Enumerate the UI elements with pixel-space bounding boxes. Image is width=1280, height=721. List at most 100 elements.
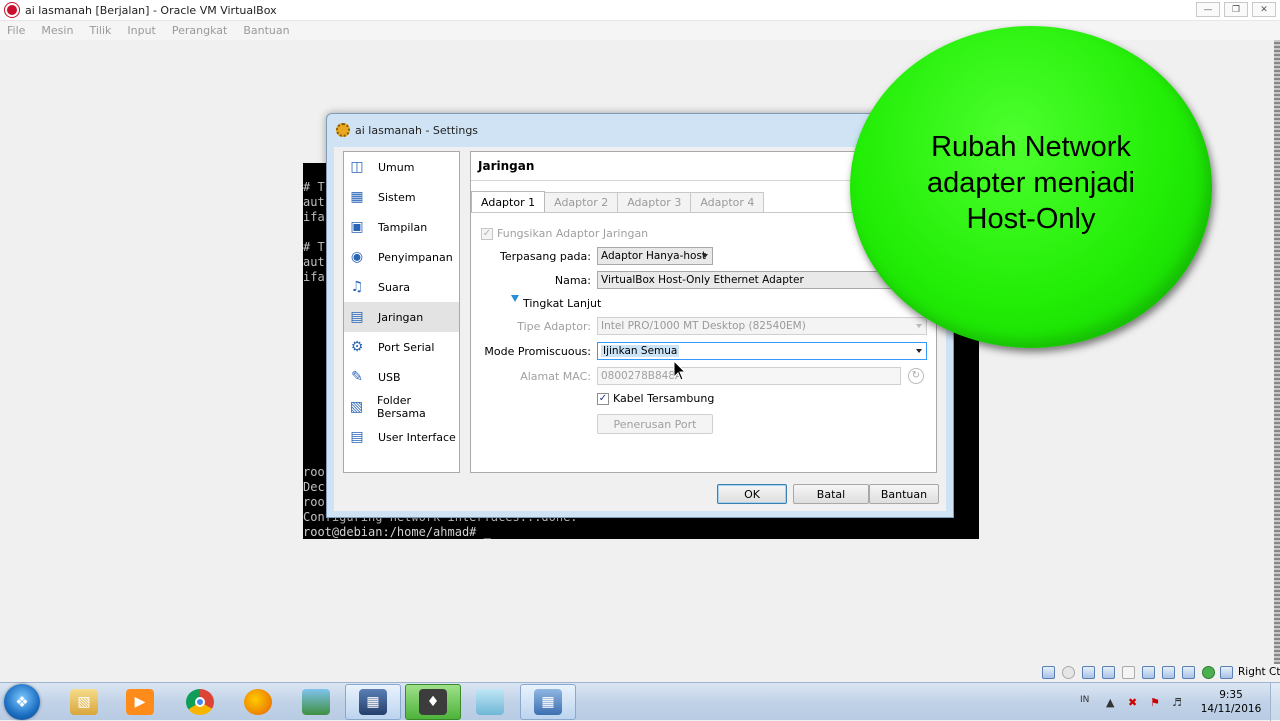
- mac-address-field[interactable]: 0800278B848A: [597, 367, 901, 385]
- category-penyimpanan[interactable]: ◉ Penyimpanan: [344, 242, 459, 272]
- annotation-text: Rubah Network adapter menjadi Host-Only: [927, 131, 1135, 235]
- expand-triangle-icon[interactable]: [511, 295, 519, 302]
- optical-drive-status-icon[interactable]: [1062, 666, 1075, 679]
- window-title: ai lasmanah [Berjalan] - Oracle VM Virtu…: [25, 3, 277, 17]
- show-desktop-button[interactable]: [1270, 683, 1280, 721]
- attached-to-select[interactable]: Adaptor Hanya-host: [597, 247, 713, 265]
- show-hidden-icons-icon[interactable]: ▲: [1106, 696, 1114, 709]
- close-button[interactable]: ✕: [1252, 2, 1276, 17]
- adapter-type-select[interactable]: Intel PRO/1000 MT Desktop (82540EM): [597, 317, 927, 335]
- tab-adaptor-1[interactable]: Adaptor 1: [471, 191, 546, 212]
- cancel-button[interactable]: Batal: [793, 484, 869, 504]
- category-jaringan[interactable]: ▤ Jaringan: [344, 302, 459, 332]
- category-label: Umum: [378, 160, 415, 174]
- terminal-line: Dec: [303, 480, 325, 494]
- general-icon: ◫: [350, 159, 364, 175]
- category-umum[interactable]: ◫ Umum: [344, 152, 459, 182]
- attached-to-value: Adaptor Hanya-host: [601, 250, 707, 262]
- window-controls: — ❐ ✕: [1196, 2, 1276, 17]
- cable-connected-checkbox[interactable]: ✓: [597, 393, 609, 405]
- volume-icon[interactable]: ♬: [1172, 696, 1182, 709]
- tab-adaptor-2[interactable]: Adaptor 2: [544, 192, 619, 212]
- menu-perangkat[interactable]: Perangkat: [172, 24, 227, 37]
- taskbar-explorer[interactable]: ▧: [56, 684, 112, 720]
- restore-button[interactable]: ❐: [1224, 2, 1248, 17]
- vm-statusbar: Right Ctrl: [0, 664, 1280, 682]
- taskbar-firefox[interactable]: [230, 684, 286, 720]
- category-sistem[interactable]: ▦ Sistem: [344, 182, 459, 212]
- language-indicator[interactable]: IN: [1080, 695, 1089, 705]
- taskbar-virtualbox[interactable]: ▦: [345, 684, 401, 720]
- panel-title: Jaringan: [478, 159, 535, 173]
- start-button[interactable]: ❖: [4, 684, 40, 720]
- port-forwarding-button[interactable]: Penerusan Port: [597, 414, 713, 434]
- taskbar-chrome[interactable]: [172, 684, 228, 720]
- taskbar-green-app[interactable]: ♦: [405, 684, 461, 720]
- usb-status-icon[interactable]: [1122, 666, 1135, 679]
- category-folder-bersama[interactable]: ▧ Folder Bersama: [344, 392, 459, 422]
- hdd-status-icon[interactable]: [1042, 666, 1055, 679]
- menu-input[interactable]: Input: [127, 24, 155, 37]
- taskbar-clock[interactable]: 9:35 14/11/2016: [1196, 688, 1266, 716]
- audio-status-icon[interactable]: [1082, 666, 1095, 679]
- terminal-line: # T: [303, 180, 325, 194]
- display-icon: ▣: [350, 219, 364, 235]
- promiscuous-label: Mode Promiscuous:: [484, 345, 591, 358]
- ok-button[interactable]: OK: [717, 484, 787, 504]
- category-tampilan[interactable]: ▣ Tampilan: [344, 212, 459, 242]
- category-user-interface[interactable]: ▤ User Interface: [344, 422, 459, 452]
- audio-icon: ♫: [350, 279, 364, 295]
- category-suara[interactable]: ♫ Suara: [344, 272, 459, 302]
- chrome-icon: [186, 689, 214, 715]
- virtualization-status-icon[interactable]: [1202, 666, 1215, 679]
- minimize-button[interactable]: —: [1196, 2, 1220, 17]
- network-tray-icon[interactable]: ✖: [1128, 696, 1137, 709]
- category-label: Jaringan: [378, 310, 424, 324]
- usb-icon: ✎: [351, 369, 363, 385]
- advanced-toggle[interactable]: Tingkat Lanjut: [523, 297, 643, 310]
- category-list: ◫ Umum ▦ Sistem ▣ Tampilan ◉ Penyimpanan ♫ Su…: [343, 151, 460, 473]
- mouse-integration-status-icon[interactable]: [1220, 666, 1233, 679]
- promiscuous-value: Ijinkan Semua: [601, 345, 680, 357]
- tab-adaptor-3[interactable]: Adaptor 3: [617, 192, 692, 212]
- network-status-icon[interactable]: [1102, 666, 1115, 679]
- chevron-down-icon: [916, 349, 922, 353]
- user-interface-icon: ▤: [350, 429, 364, 445]
- menu-bantuan[interactable]: Bantuan: [243, 24, 289, 37]
- category-label: Port Serial: [378, 340, 435, 354]
- media-player-icon: ▶: [126, 689, 154, 715]
- taskbar-media-player[interactable]: ▶: [112, 684, 168, 720]
- category-port-serial[interactable]: ⚙ Port Serial: [344, 332, 459, 362]
- menu-file[interactable]: File: [7, 24, 25, 37]
- name-label: Nama:: [554, 274, 591, 287]
- adapter-tabs: Adaptor 1 Adaptor 2 Adaptor 3 Adaptor 4: [471, 191, 765, 212]
- taskbar-photo-viewer[interactable]: [288, 684, 344, 720]
- terminal-line: ifa: [303, 270, 325, 284]
- enable-adapter-checkbox[interactable]: ✓: [481, 228, 493, 240]
- serial-port-icon: ⚙: [350, 339, 364, 355]
- clock-date: 14/11/2016: [1200, 703, 1262, 715]
- adapter-name-value: VirtualBox Host-Only Ethernet Adapter: [601, 274, 804, 286]
- taskbar-control-panel[interactable]: ▦: [520, 684, 576, 720]
- refresh-mac-icon[interactable]: ↻: [908, 368, 924, 384]
- terminal-line: roo: [303, 465, 325, 479]
- shared-folders-status-icon[interactable]: [1142, 666, 1155, 679]
- action-center-icon[interactable]: ⚑: [1150, 696, 1160, 709]
- category-label: Folder Bersama: [377, 394, 426, 420]
- video-capture-status-icon[interactable]: [1182, 666, 1195, 679]
- terminal-line: aut: [303, 255, 325, 269]
- category-label: Tampilan: [378, 220, 428, 234]
- tab-adaptor-4[interactable]: Adaptor 4: [690, 192, 765, 212]
- menu-tilik[interactable]: Tilik: [89, 24, 111, 37]
- control-panel-icon: ▦: [534, 689, 562, 715]
- promiscuous-select[interactable]: Ijinkan Semua: [597, 342, 927, 360]
- notepad-icon: [476, 689, 504, 715]
- attached-to-label: Terpasang pada:: [500, 250, 591, 263]
- windows-logo-icon: ❖: [15, 693, 29, 711]
- category-usb[interactable]: ✎ USB: [344, 362, 459, 392]
- taskbar-notepad[interactable]: [462, 684, 518, 720]
- photo-icon: [302, 689, 330, 715]
- display-status-icon[interactable]: [1162, 666, 1175, 679]
- help-button[interactable]: Bantuan: [869, 484, 939, 504]
- menu-mesin[interactable]: Mesin: [41, 24, 73, 37]
